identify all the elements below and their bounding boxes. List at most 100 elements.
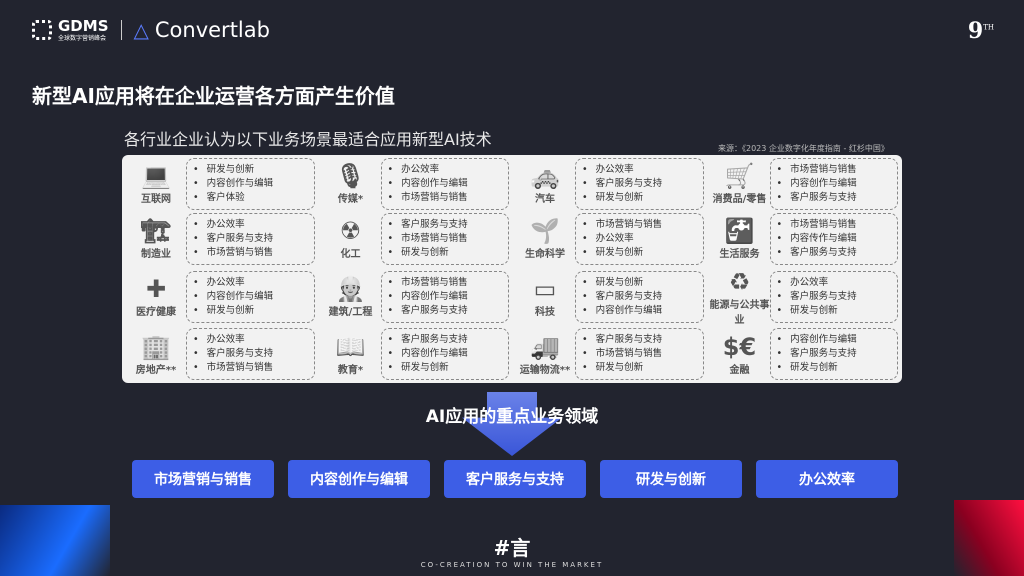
use-case-item: 客户服务与支持 (193, 347, 308, 361)
page-title: 新型AI应用将在企业运营各方面产生价值 (32, 84, 395, 108)
industry-name: 金融 (729, 364, 750, 376)
focus-area-button[interactable]: 内容创作与编辑 (288, 460, 430, 498)
industry-label: ▭ 科技 (515, 275, 575, 318)
use-case-item: 办公效率 (388, 163, 503, 177)
gdms-logo-icon (32, 20, 52, 40)
industry-name: 医疗健康 (136, 307, 176, 319)
industry-cell: ▭ 科技 研发与创新客户服务与支持内容创作与编辑 (515, 268, 704, 326)
recycle-icon: ♻ (728, 267, 751, 296)
microphone-icon: 🎙 (335, 162, 366, 191)
use-case-list: 客户服务与支持市场营销与销售研发与创新 (380, 212, 509, 265)
industry-name: 建筑/工程 (328, 307, 373, 319)
industry-name: 能源与公共事业 (709, 299, 770, 326)
industry-cell: $€ 金融 内容创作与编辑客户服务与支持研发与创新 (710, 328, 898, 381)
use-case-list: 客户服务与支持内容创作与编辑研发与创新 (380, 328, 509, 381)
industry-label: 🛒 消费品/零售 (710, 162, 770, 205)
medkit-icon: ✚ (145, 275, 167, 304)
industry-label: 📖 教育* (321, 333, 381, 376)
source-note: 来源：《2023 企业数字化年度指南 - 红杉中国》 (718, 144, 889, 153)
use-case-list: 研发与创新内容创作与编辑客户体验 (186, 157, 315, 210)
industry-name: 消费品/零售 (712, 194, 767, 206)
industry-label: 🏗 制造业 (126, 217, 186, 260)
use-case-item: 客户服务与支持 (388, 333, 503, 347)
use-case-item: 研发与创新 (193, 163, 308, 177)
industry-cell: ☢ 化工 客户服务与支持市场营销与销售研发与创新 (321, 212, 509, 265)
focus-areas: 市场营销与销售 内容创作与编辑 客户服务与支持 研发与创新 办公效率 (132, 460, 898, 498)
use-case-item: 客户服务与支持 (777, 246, 892, 260)
use-case-item: 内容创作与编辑 (388, 290, 503, 304)
use-case-list: 办公效率客户服务与支持市场营销与销售 (186, 212, 315, 265)
industry-cell: 🚚 运输物流** 客户服务与支持市场营销与销售研发与创新 (515, 328, 704, 381)
industry-label: ☢ 化工 (321, 217, 381, 260)
focus-area-button[interactable]: 办公效率 (756, 460, 898, 498)
crane-icon: 🏗 (140, 217, 172, 246)
use-case-item: 研发与创新 (193, 304, 308, 318)
industry-label: ✚ 医疗健康 (126, 275, 186, 318)
book-icon: 📖 (335, 332, 366, 361)
use-case-list: 办公效率内容创作与编辑研发与创新 (186, 270, 315, 323)
industry-grid: 💻互联网研发与创新内容创作与编辑客户体验🎙传媒*办公效率内容创作与编辑市场营销与… (122, 155, 902, 383)
industry-name: 房地产** (135, 364, 177, 376)
use-case-item: 办公效率 (582, 232, 697, 246)
use-case-list: 研发与创新客户服务与支持内容创作与编辑 (575, 270, 704, 323)
gdms-text: GDMS (58, 16, 109, 35)
industry-label: 🚰 生活服务 (710, 217, 770, 260)
industry-name: 互联网 (141, 194, 171, 206)
use-case-item: 办公效率 (193, 276, 308, 290)
faucet-icon: 🚰 (724, 217, 755, 246)
use-case-item: 内容创作与编辑 (388, 177, 503, 191)
use-case-item: 市场营销与销售 (582, 347, 697, 361)
edition-number: 9 (967, 18, 984, 44)
industry-label: 🚕 汽车 (515, 162, 575, 205)
convertlab-text: Convertlab (154, 18, 270, 42)
use-case-item: 研发与创新 (388, 246, 503, 260)
use-case-item: 办公效率 (193, 218, 308, 232)
use-case-item: 市场营销与销售 (388, 232, 503, 246)
use-case-item: 研发与创新 (777, 304, 892, 318)
use-case-list: 客户服务与支持市场营销与销售研发与创新 (575, 328, 704, 381)
convertlab-logo: △ Convertlab (134, 18, 270, 42)
use-case-list: 市场营销与销售内容创作与编辑客户服务与支持 (380, 270, 509, 323)
use-case-list: 市场营销与销售内容创作与编辑客户服务与支持 (769, 157, 898, 210)
use-case-item: 客户服务与支持 (582, 177, 697, 191)
use-case-item: 客户服务与支持 (777, 290, 892, 304)
industry-name: 运输物流** (519, 364, 571, 376)
focus-area-button[interactable]: 研发与创新 (600, 460, 742, 498)
use-case-item: 市场营销与销售 (582, 218, 697, 232)
use-case-item: 内容创作与编辑 (582, 304, 697, 318)
gdms-subtitle: 全球数字营销峰会 (58, 34, 107, 42)
industry-label: 🚚 运输物流** (515, 333, 575, 376)
industry-cell: 💻 互联网 研发与创新内容创作与编辑客户体验 (126, 157, 315, 210)
industry-cell: 🎙 传媒* 办公效率内容创作与编辑市场营销与销售 (321, 157, 509, 210)
use-case-item: 研发与创新 (388, 361, 503, 375)
use-case-item: 市场营销与销售 (388, 276, 503, 290)
plant-icon: 🌱 (530, 217, 560, 246)
industry-cell: 🚰生活服务市场营销与销售内容传作与编辑客户服务与支持 (710, 212, 898, 265)
use-case-item: 市场营销与销售 (388, 191, 503, 205)
use-case-item: 内容创作与编辑 (777, 177, 892, 191)
cart-icon: 🛒 (724, 162, 755, 191)
use-case-list: 市场营销与销售办公效率研发与创新 (575, 212, 704, 265)
focus-area-button[interactable]: 客户服务与支持 (444, 460, 586, 498)
gdms-logo: GDMS 全球数字营销峰会 (32, 16, 109, 42)
industry-name: 教育* (337, 364, 364, 376)
industry-label: $€ 金融 (710, 333, 770, 376)
focus-label: AI应用的重点业务领域 (425, 407, 599, 427)
industry-label: 💻 互联网 (126, 162, 186, 205)
tablet-icon: ▭ (533, 275, 557, 304)
footer-tagline: CO-CREATION TO WIN THE MARKET (420, 561, 604, 569)
use-case-item: 客户服务与支持 (777, 347, 892, 361)
industry-name: 生活服务 (719, 249, 760, 261)
divider (120, 20, 122, 40)
use-case-item: 客户服务与支持 (388, 218, 503, 232)
laptop-icon: 💻 (141, 162, 171, 191)
currency-icon: $€ (722, 332, 757, 361)
industry-cell: 📖 教育* 客户服务与支持内容创作与编辑研发与创新 (321, 328, 509, 381)
use-case-item: 客户服务与支持 (193, 232, 308, 246)
use-case-item: 研发与创新 (582, 361, 697, 375)
use-case-item: 研发与创新 (582, 191, 697, 205)
use-case-item: 客户体验 (193, 191, 308, 205)
industry-cell: 🏢 房地产** 办公效率客户服务与支持市场营销与销售 (126, 328, 315, 381)
industry-cell: 👷建筑/工程市场营销与销售内容创作与编辑客户服务与支持 (321, 268, 509, 326)
focus-area-button[interactable]: 市场营销与销售 (132, 460, 274, 498)
